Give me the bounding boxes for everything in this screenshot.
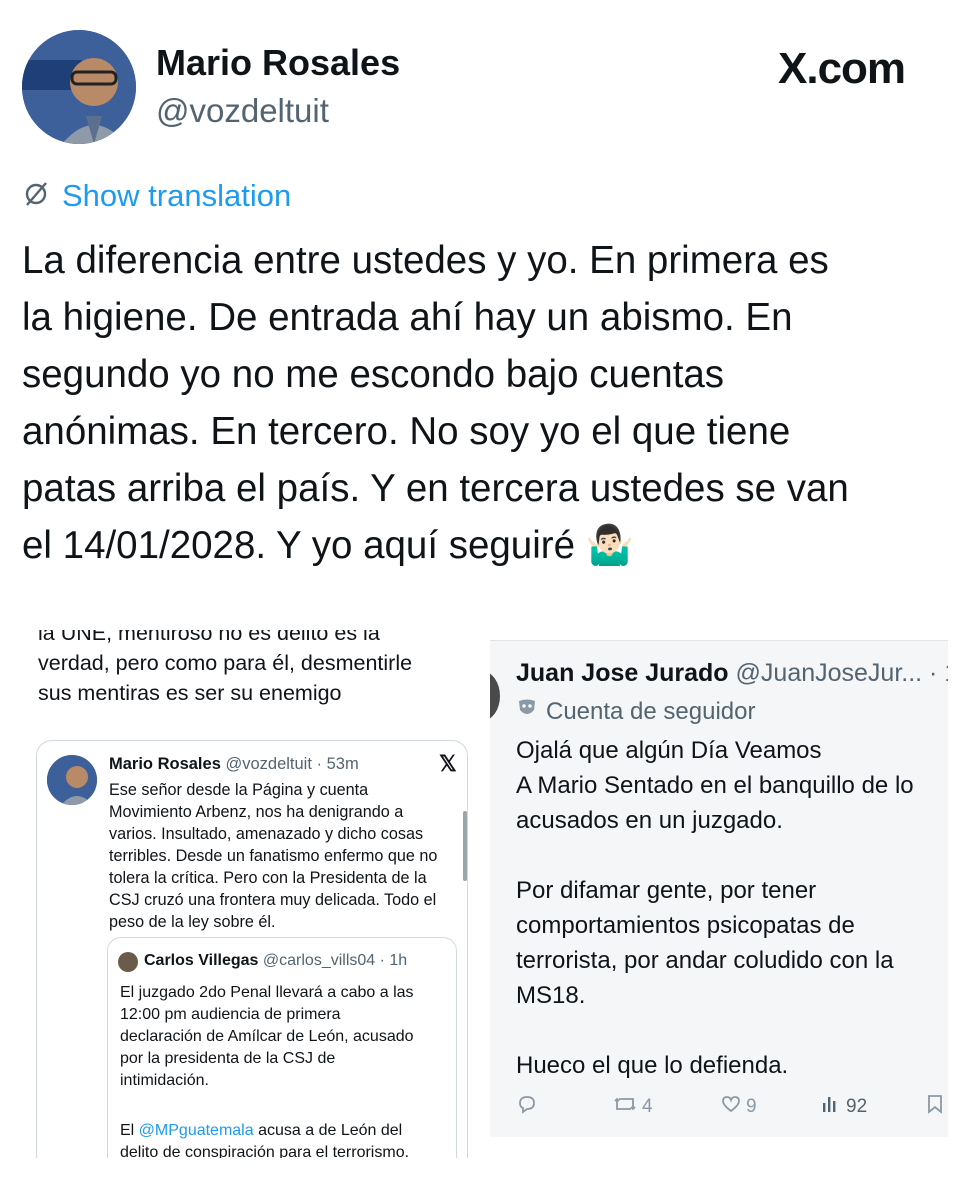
reply-meta: @JuanJoseJur... · 1	[735, 659, 948, 687]
quoted-name: Carlos Villegas	[144, 952, 259, 969]
tweet-line: La diferencia entre ustedes y yo. En pri…	[22, 239, 829, 282]
reply-line: Por difamar gente, por tener	[516, 877, 817, 904]
reply-line: MS18.	[516, 982, 586, 1009]
quoted-body: El juzgado 2do Penal llevará a cabo a la…	[120, 982, 450, 1092]
quoted-line: El juzgado 2do Penal llevará a cabo a la…	[120, 984, 414, 1001]
embedded-line: tolera la crítica. Pero con la President…	[109, 869, 427, 887]
reply-body: Ojalá que algún Día Veamos A Mario Senta…	[516, 733, 948, 1083]
embedded-tweet-card: Mario Rosales @vozdeltuit · 53m 𝕏 Ese se…	[36, 740, 468, 1158]
follower-badge: Cuenta de seguidor	[516, 697, 755, 726]
repost-count: 4	[642, 1096, 653, 1117]
quoted-tweet: Carlos Villegas @carlos_vills04 · 1h El …	[107, 937, 457, 1158]
repost-action: 4	[612, 1093, 653, 1121]
embedded-line: Movimiento Arbenz, nos ha denigrando a	[109, 803, 404, 821]
tweet-line: anónimas. En tercero. No soy yo el que t…	[22, 410, 791, 453]
follower-label: Cuenta de seguidor	[546, 697, 756, 725]
reply-line: Ojalá que algún Día Veamos	[516, 737, 822, 764]
reply-actions: 4 9 92	[516, 1093, 948, 1123]
reply-line: Hueco el que lo defienda.	[516, 1052, 789, 1079]
like-action: 9	[720, 1093, 757, 1121]
left-screenshot-image: la UNE, mentiroso no es delito es la ver…	[22, 630, 484, 1158]
quoted-header: Carlos Villegas @carlos_vills04 · 1h	[144, 952, 407, 970]
embedded-line: Ese señor desde la Página y cuenta	[109, 781, 369, 799]
quoted-avatar	[118, 952, 138, 972]
quoted-line: delito de conspiración para el terrorism…	[120, 1144, 410, 1158]
views-action: 92	[820, 1093, 867, 1121]
quoted-line: 12:00 pm audiencia de primera	[120, 1006, 341, 1023]
fragment-text: la UNE, mentiroso no es delito es la ver…	[38, 630, 478, 708]
reply-line: terrorista, por andar coludido con la	[516, 947, 894, 974]
quoted-rest: acusa a de León del	[253, 1122, 403, 1139]
tweet-line: segundo yo no me escondo bajo cuentas	[22, 353, 725, 396]
fragment-line: la UNE, mentiroso no es delito es la	[38, 630, 380, 645]
reply-line: comportamientos psicopatas de	[516, 912, 855, 939]
reply-line: acusados en un juzgado.	[516, 807, 783, 834]
reply-line	[516, 838, 948, 873]
embedded-header: Mario Rosales @vozdeltuit · 53m	[109, 755, 359, 774]
reply-header: Juan Jose Jurado @JuanJoseJur... · 1	[516, 659, 948, 688]
repost-icon	[612, 1093, 638, 1121]
reply-name: Juan Jose Jurado	[516, 659, 729, 687]
x-logo: X.com	[778, 44, 906, 93]
like-count: 9	[746, 1096, 757, 1117]
right-screenshot-image: Juan Jose Jurado @JuanJoseJur... · 1 Cue…	[490, 640, 948, 1137]
views-count: 92	[846, 1096, 868, 1117]
embedded-line: varios. Insultado, amenazado y dicho cos…	[109, 825, 424, 843]
embedded-body: Ese señor desde la Página y cuenta Movim…	[109, 779, 459, 933]
comment-icon	[516, 1093, 538, 1121]
profile-avatar[interactable]	[22, 30, 136, 144]
quoted-line: intimidación.	[120, 1072, 209, 1089]
mask-icon	[516, 697, 538, 726]
embedded-line: terribles. Desde un fanatismo enfermo qu…	[109, 847, 438, 865]
quoted-line: declaración de Amílcar de León, acusado	[120, 1028, 414, 1045]
profile-name[interactable]: Mario Rosales	[156, 42, 400, 84]
fragment-line: sus mentiras es ser su enemigo	[38, 681, 342, 705]
bookmark-action	[924, 1093, 946, 1121]
embedded-line: CSJ cruzó una frontera muy delicada. Tod…	[109, 891, 437, 909]
tweet-line: la higiene. De entrada ahí hay un abismo…	[22, 296, 793, 339]
embedded-avatar	[47, 755, 97, 805]
quoted-body-2: El @MPguatemala acusa a de León del deli…	[120, 1120, 450, 1158]
show-translation-label[interactable]: Show translation	[62, 178, 291, 214]
reply-action	[516, 1093, 538, 1121]
quoted-prefix: El	[120, 1122, 139, 1139]
heart-icon	[720, 1093, 742, 1121]
tweet-line: patas arriba el país. Y en tercera usted…	[22, 467, 849, 510]
reply-line	[516, 1013, 948, 1048]
profile-handle[interactable]: @vozdeltuit	[156, 92, 329, 130]
tweet-line: el 14/01/2028. Y yo aquí seguiré 🤷🏻‍♂️	[22, 524, 634, 567]
reply-avatar	[490, 671, 500, 721]
embedded-name: Mario Rosales	[109, 755, 221, 773]
tweet-text: La diferencia entre ustedes y yo. En pri…	[22, 232, 952, 574]
mention-link: @MPguatemala	[138, 1122, 254, 1139]
translate-icon	[22, 179, 52, 214]
embedded-meta: @vozdeltuit · 53m	[225, 755, 359, 773]
x-mini-icon: 𝕏	[439, 751, 457, 776]
show-translation-link[interactable]: Show translation	[22, 178, 291, 214]
analytics-icon	[820, 1093, 842, 1121]
quoted-line: por la presidenta de la CSJ de	[120, 1050, 336, 1067]
scrollbar	[463, 811, 467, 881]
embedded-line: peso de la ley sobre él.	[109, 913, 276, 931]
reply-line: A Mario Sentado en el banquillo de lo	[516, 772, 914, 799]
bookmark-icon	[924, 1093, 946, 1121]
quoted-meta: @carlos_vills04 · 1h	[262, 952, 408, 969]
fragment-line: verdad, pero como para él, desmentirle	[38, 651, 413, 675]
quoted-line: El @MPguatemala acusa a de León del	[120, 1120, 450, 1142]
